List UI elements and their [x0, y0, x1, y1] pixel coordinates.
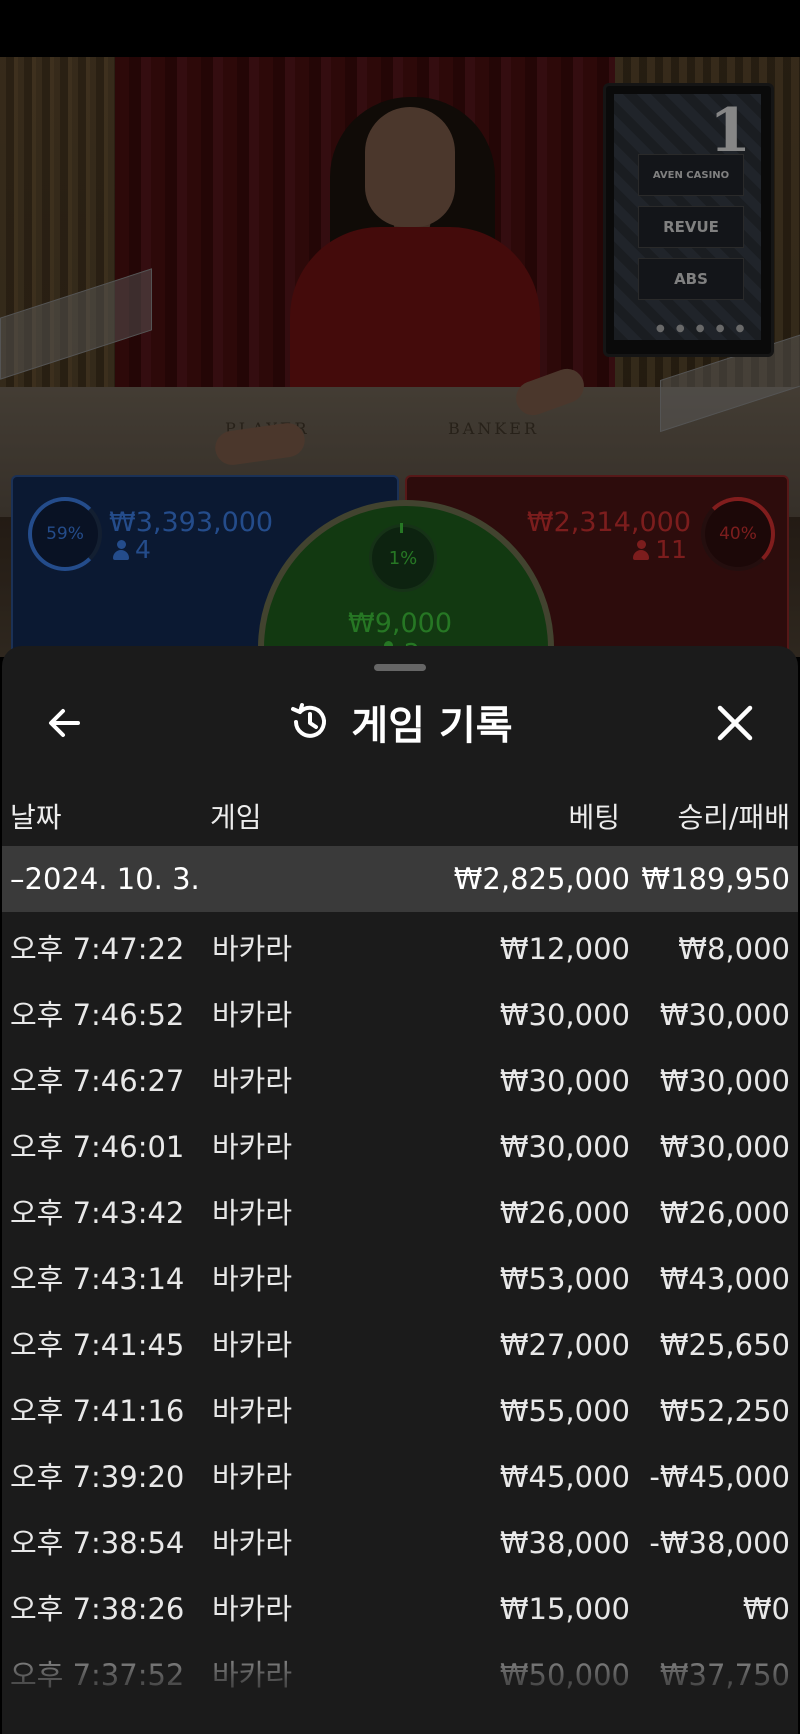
column-header-date: 날짜: [10, 801, 62, 834]
row-bet: ₩12,000: [499, 932, 630, 966]
row-win-loss: -₩38,000: [649, 1526, 790, 1560]
row-bet: ₩38,000: [499, 1526, 630, 1560]
close-icon: [717, 705, 753, 741]
modal-backdrop[interactable]: [0, 57, 800, 657]
row-win-loss: -₩45,000: [649, 1460, 790, 1494]
row-time: 오후 7:41:16: [10, 1394, 185, 1428]
row-time: 오후 7:46:52: [10, 998, 185, 1032]
table-row[interactable]: 오후 7:41:16 바카라 ₩55,000 ₩52,250: [2, 1378, 798, 1444]
row-win-loss: ₩52,250: [659, 1394, 790, 1428]
table-row[interactable]: 오후 7:46:27 바카라 ₩30,000 ₩30,000: [2, 1048, 798, 1114]
row-bet: ₩30,000: [499, 1130, 630, 1164]
table-row[interactable]: 오후 7:46:52 바카라 ₩30,000 ₩30,000: [2, 982, 798, 1048]
row-game: 바카라: [212, 1658, 293, 1692]
row-game: 바카라: [212, 1328, 293, 1362]
game-history-sheet: 게임 기록 날짜 게임 베팅 승리/패배 –2024. 10. 3. ₩2,82…: [2, 646, 798, 1734]
row-bet: ₩45,000: [499, 1460, 630, 1494]
row-bet: ₩15,000: [499, 1592, 630, 1626]
row-win-loss: ₩30,000: [659, 1064, 790, 1098]
table-row[interactable]: 오후 7:46:01 바카라 ₩30,000 ₩30,000: [2, 1114, 798, 1180]
row-time: 오후 7:41:45: [10, 1328, 185, 1362]
date-group-win-total: ₩189,950: [641, 862, 790, 896]
row-game: 바카라: [212, 998, 293, 1032]
page-title: 게임 기록: [351, 703, 513, 749]
table-row[interactable]: 오후 7:41:45 바카라 ₩27,000 ₩25,650: [2, 1312, 798, 1378]
row-bet: ₩53,000: [499, 1262, 630, 1296]
date-group-label: –2024. 10. 3.: [10, 862, 200, 896]
row-time: 오후 7:38:26: [10, 1592, 185, 1626]
row-win-loss: ₩37,750: [659, 1658, 790, 1692]
row-win-loss: ₩30,000: [659, 998, 790, 1032]
history-clock-icon: [291, 703, 327, 738]
row-time: 오후 7:46:01: [10, 1130, 185, 1164]
row-win-loss: ₩26,000: [659, 1196, 790, 1230]
row-bet: ₩55,000: [499, 1394, 630, 1428]
row-game: 바카라: [212, 1196, 293, 1230]
row-game: 바카라: [212, 1526, 293, 1560]
row-time: 오후 7:38:54: [10, 1526, 185, 1560]
row-time: 오후 7:39:20: [10, 1460, 185, 1494]
table-row[interactable]: 오후 7:47:22 바카라 ₩12,000 ₩8,000: [2, 916, 798, 982]
row-win-loss: ₩0: [742, 1592, 790, 1626]
table-row[interactable]: 오후 7:38:26 바카라 ₩15,000 ₩0: [2, 1576, 798, 1642]
row-game: 바카라: [212, 1064, 293, 1098]
close-button[interactable]: [710, 698, 760, 748]
row-game: 바카라: [212, 1592, 293, 1626]
row-game: 바카라: [212, 1460, 293, 1494]
column-header-game: 게임: [210, 801, 262, 834]
table-row[interactable]: 오후 7:38:54 바카라 ₩38,000 -₩38,000: [2, 1510, 798, 1576]
row-time: 오후 7:46:27: [10, 1064, 185, 1098]
row-game: 바카라: [212, 1394, 293, 1428]
row-win-loss: ₩8,000: [678, 932, 790, 966]
column-header-win-loss: 승리/패배: [677, 801, 790, 834]
date-group-bet-total: ₩2,825,000: [453, 862, 630, 896]
status-bar: [0, 0, 800, 57]
table-row[interactable]: 오후 7:37:52 바카라 ₩50,000 ₩37,750: [2, 1642, 798, 1708]
date-group-row[interactable]: –2024. 10. 3. ₩2,825,000 ₩189,950: [2, 846, 798, 912]
row-game: 바카라: [212, 1262, 293, 1296]
table-row[interactable]: 오후 7:43:42 바카라 ₩26,000 ₩26,000: [2, 1180, 798, 1246]
row-game: 바카라: [212, 932, 293, 966]
row-time: 오후 7:43:14: [10, 1262, 185, 1296]
row-bet: ₩50,000: [499, 1658, 630, 1692]
sheet-drag-handle[interactable]: [374, 664, 426, 671]
row-bet: ₩30,000: [499, 998, 630, 1032]
row-win-loss: ₩25,650: [659, 1328, 790, 1362]
row-win-loss: ₩43,000: [659, 1262, 790, 1296]
sheet-header: 게임 기록: [2, 692, 798, 752]
table-row[interactable]: 오후 7:43:14 바카라 ₩53,000 ₩43,000: [2, 1246, 798, 1312]
row-game: 바카라: [212, 1130, 293, 1164]
row-time: 오후 7:37:52: [10, 1658, 185, 1692]
column-header-bet: 베팅: [568, 801, 620, 834]
row-win-loss: ₩30,000: [659, 1130, 790, 1164]
row-time: 오후 7:43:42: [10, 1196, 185, 1230]
row-bet: ₩26,000: [499, 1196, 630, 1230]
table-row[interactable]: 오후 7:39:20 바카라 ₩45,000 -₩45,000: [2, 1444, 798, 1510]
row-bet: ₩27,000: [499, 1328, 630, 1362]
row-time: 오후 7:47:22: [10, 932, 185, 966]
row-bet: ₩30,000: [499, 1064, 630, 1098]
